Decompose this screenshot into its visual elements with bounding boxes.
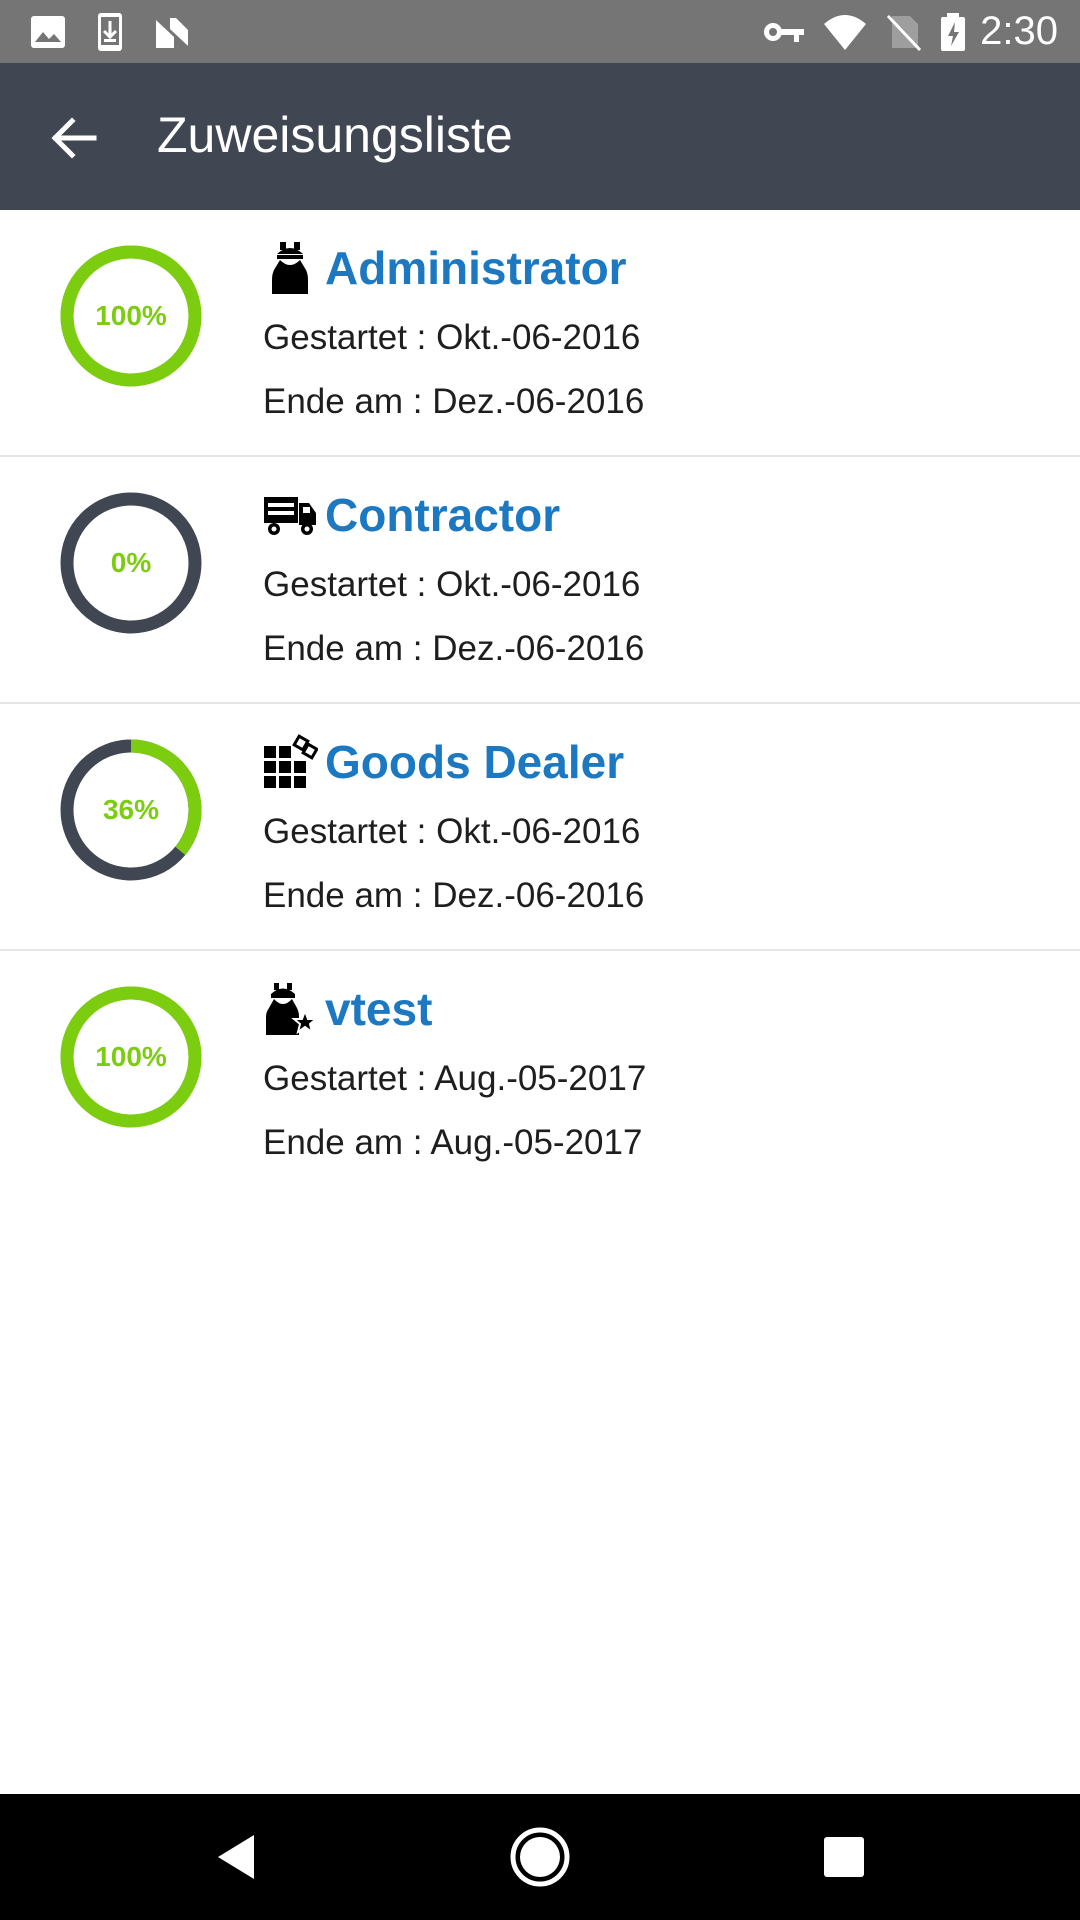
end-date: Ende am : Dez.-06-2016 [263,629,645,668]
app-bar: Zuweisungsliste [0,63,1080,210]
progress-label: 36% [102,794,160,825]
n-icon [154,16,190,50]
key-icon [764,23,804,42]
wifi-icon [824,15,866,50]
assignment-list: 100% Administrator Gestartet : Okt.-06-2… [0,210,1080,1198]
progress-label: 100% [95,300,167,331]
role-name[interactable]: Contractor [325,487,560,543]
administrator-icon [272,242,308,294]
home-nav-icon[interactable] [508,1825,572,1889]
role-name[interactable]: vtest [325,981,432,1037]
start-date: Gestartet : Aug.-05-2017 [263,1059,647,1098]
start-date: Gestartet : Okt.-06-2016 [263,812,641,851]
progress-label: 0% [110,547,152,578]
image-icon [31,16,65,48]
list-item[interactable]: 100% vtest Gestartet : Aug.-05-2017 Ende… [0,951,1080,1198]
role-name[interactable]: Administrator [325,240,627,296]
recents-nav-icon[interactable] [812,1825,876,1889]
goods-icon [264,734,318,788]
download-icon [98,13,122,51]
worker-star-icon [266,983,318,1035]
no-sim-icon [886,14,922,52]
page-title: Zuweisungsliste [157,107,513,163]
end-date: Ende am : Dez.-06-2016 [263,382,645,421]
list-item[interactable]: 0% Contractor Gestartet : Okt.-06-2016 E… [0,457,1080,704]
end-date: Ende am : Aug.-05-2017 [263,1123,643,1162]
list-item[interactable]: 36% Goods Dealer Gestartet : Okt.-06-201… [0,704,1080,951]
back-nav-icon[interactable] [204,1825,268,1889]
battery-icon [941,13,965,51]
start-date: Gestartet : Okt.-06-2016 [263,318,641,357]
list-item[interactable]: 100% Administrator Gestartet : Okt.-06-2… [0,210,1080,457]
progress-label: 100% [95,1041,167,1072]
arrow-back-icon[interactable] [44,108,104,168]
status-bar: 2:30 [0,0,1080,63]
truck-icon [264,497,316,535]
end-date: Ende am : Dez.-06-2016 [263,876,645,915]
role-name[interactable]: Goods Dealer [325,734,624,790]
navigation-bar [0,1794,1080,1920]
start-date: Gestartet : Okt.-06-2016 [263,565,641,604]
status-time: 2:30 [980,9,1058,53]
